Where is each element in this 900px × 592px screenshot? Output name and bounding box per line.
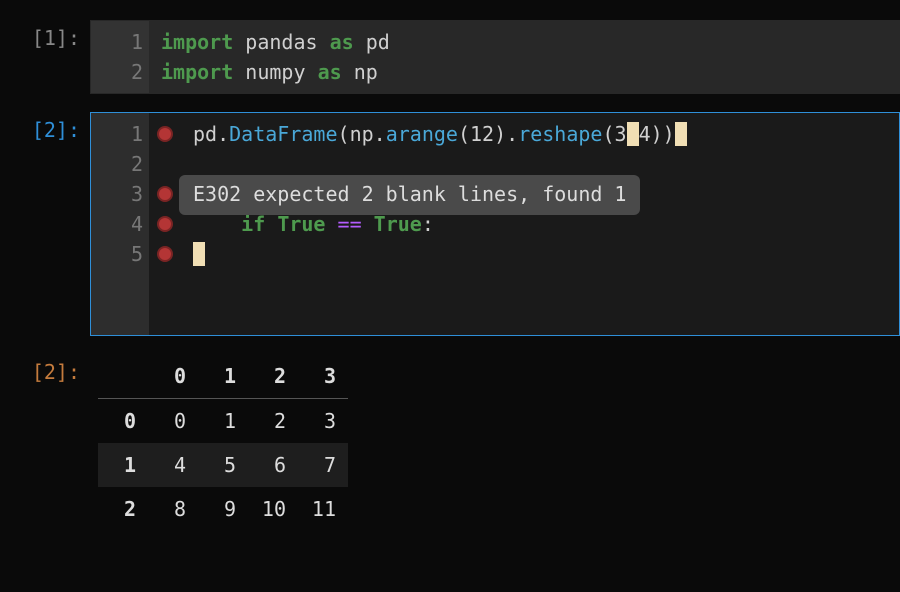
identifier: pd xyxy=(366,30,390,54)
selection-highlight xyxy=(627,122,639,146)
line-number: 2 xyxy=(109,149,143,179)
dataframe-table: 0 1 2 3 0 0 1 2 3 1 xyxy=(98,354,348,531)
number: 4 xyxy=(639,122,651,146)
punct: ( xyxy=(458,122,470,146)
function: arange xyxy=(386,122,458,146)
table-row: 0 0 1 2 3 xyxy=(98,399,348,444)
table-cell: 5 xyxy=(198,443,248,487)
identifier: numpy xyxy=(245,60,305,84)
identifier: np xyxy=(354,60,378,84)
function: DataFrame xyxy=(229,122,337,146)
line-gutter: 1 2 3 4 5 xyxy=(91,113,149,335)
code-content[interactable]: pd.DataFrame(np.arange(12).reshape(34)) … xyxy=(181,113,899,335)
table-cell: 9 xyxy=(198,487,248,531)
table-corner xyxy=(98,354,148,399)
punct: : xyxy=(422,212,434,236)
code-content[interactable]: import pandas as pd import numpy as np xyxy=(149,21,899,93)
function: reshape xyxy=(518,122,602,146)
lint-error-icon[interactable] xyxy=(157,216,173,232)
table-row: 1 4 5 6 7 xyxy=(98,443,348,487)
notebook: [1]: 1 2 import pandas as pd import nump… xyxy=(0,0,900,531)
lint-error-icon[interactable] xyxy=(157,246,173,262)
row-index: 0 xyxy=(98,399,148,444)
column-header: 1 xyxy=(198,354,248,399)
punct: . xyxy=(374,122,386,146)
punct: ( xyxy=(602,122,614,146)
line-number: 4 xyxy=(109,209,143,239)
cell-prompt: [2]: xyxy=(10,112,90,142)
table-cell: 6 xyxy=(248,443,298,487)
table-cell: 4 xyxy=(148,443,198,487)
keyword-as: as xyxy=(330,30,354,54)
lint-error-icon[interactable] xyxy=(157,186,173,202)
keyword-import: import xyxy=(161,60,233,84)
identifier: np xyxy=(350,122,374,146)
punct: . xyxy=(217,122,229,146)
column-header: 0 xyxy=(148,354,198,399)
code-editor[interactable]: 1 2 3 4 5 pd.DataFrame(np.arange(12).res… xyxy=(90,112,900,336)
lint-error-icon[interactable] xyxy=(157,126,173,142)
code-cell-1: [1]: 1 2 import pandas as pd import nump… xyxy=(0,20,900,94)
operator-eq: == xyxy=(338,212,362,236)
identifier: pd xyxy=(193,122,217,146)
cell-prompt: [2]: xyxy=(10,354,90,384)
table-cell: 2 xyxy=(248,399,298,444)
number: 3 xyxy=(615,122,627,146)
keyword-import: import xyxy=(161,30,233,54)
output-cell: [2]: 0 1 2 3 0 0 1 xyxy=(0,354,900,531)
keyword-if: if xyxy=(241,212,265,236)
cell-prompt: [1]: xyxy=(10,20,90,50)
column-header: 2 xyxy=(248,354,298,399)
lint-tooltip: E302 expected 2 blank lines, found 1 xyxy=(179,175,640,215)
keyword-as: as xyxy=(318,60,342,84)
table-cell: 11 xyxy=(298,487,348,531)
table-cell: 10 xyxy=(248,487,298,531)
line-number: 2 xyxy=(109,57,143,87)
table-cell: 7 xyxy=(298,443,348,487)
line-number: 1 xyxy=(109,119,143,149)
table-cell: 0 xyxy=(148,399,198,444)
table-row: 2 8 9 10 11 xyxy=(98,487,348,531)
punct: . xyxy=(506,122,518,146)
table-cell: 8 xyxy=(148,487,198,531)
row-index: 1 xyxy=(98,443,148,487)
punct: ) xyxy=(494,122,506,146)
keyword-true: True xyxy=(277,212,325,236)
column-header: 3 xyxy=(298,354,348,399)
table-cell: 1 xyxy=(198,399,248,444)
identifier: pandas xyxy=(245,30,317,54)
line-number: 5 xyxy=(109,239,143,269)
keyword-true: True xyxy=(374,212,422,236)
number: 12 xyxy=(470,122,494,146)
row-index: 2 xyxy=(98,487,148,531)
line-number: 1 xyxy=(109,27,143,57)
punct: ) xyxy=(651,122,663,146)
code-cell-2: [2]: 1 2 3 4 5 pd.DataFrame(np.arange( xyxy=(0,112,900,336)
line-gutter: 1 2 xyxy=(91,21,149,93)
line-number: 3 xyxy=(109,179,143,209)
punct: ) xyxy=(663,122,675,146)
code-editor[interactable]: 1 2 import pandas as pd import numpy as … xyxy=(90,20,900,94)
punct: ( xyxy=(338,122,350,146)
selection-highlight xyxy=(675,122,687,146)
lint-marker-column xyxy=(149,113,181,335)
selection-highlight xyxy=(193,242,205,266)
table-cell: 3 xyxy=(298,399,348,444)
